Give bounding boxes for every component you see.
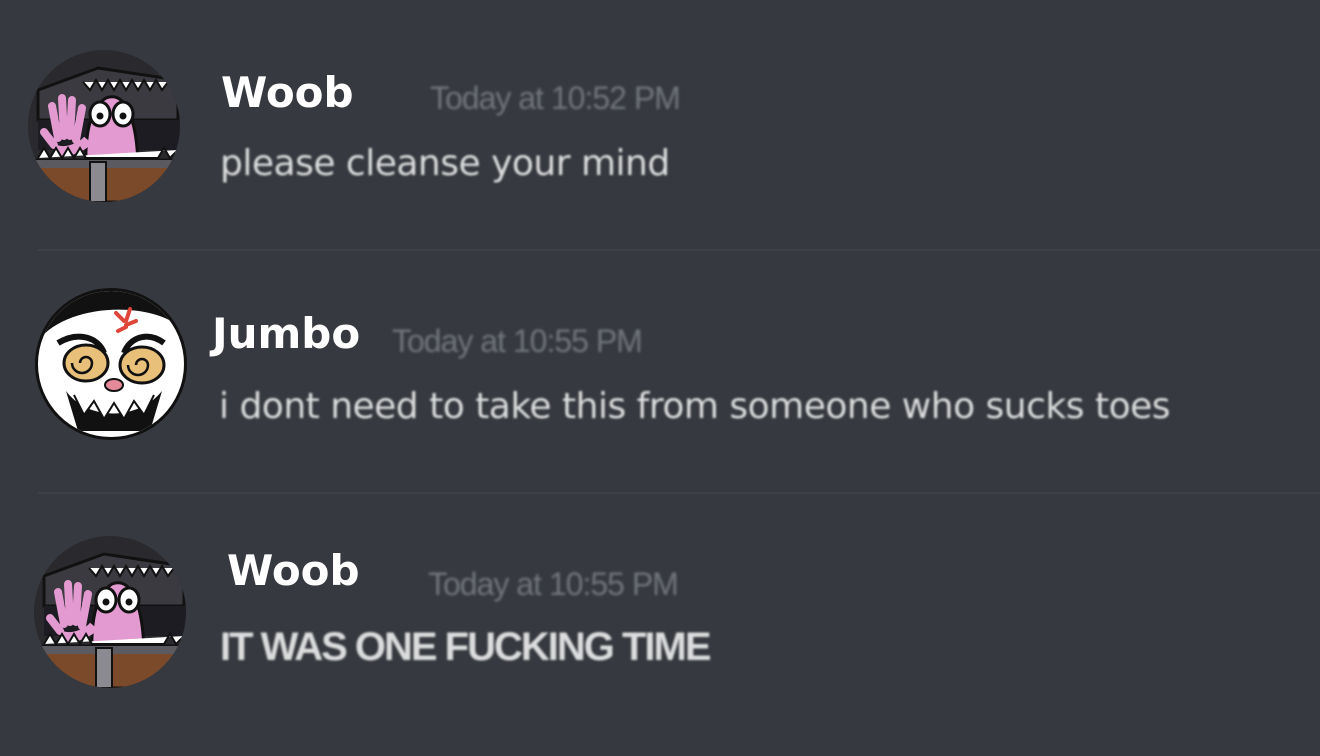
message-group: Woob Today at 10:55 PM IT WAS ONE FUCKIN… [0, 494, 1320, 756]
chat-log: Woob Today at 10:52 PM please cleanse yo… [0, 0, 1320, 756]
message-timestamp: Today at 10:52 PM [430, 80, 681, 116]
angry-face-avatar-icon [38, 291, 184, 437]
message-text: i dont need to take this from someone wh… [219, 386, 1171, 427]
message-group: Woob Today at 10:52 PM please cleanse yo… [0, 0, 1320, 250]
message-group: Jumbo Today at 10:55 PM i dont need to t… [0, 251, 1320, 492]
message-author[interactable]: Jumbo [212, 313, 360, 355]
message-timestamp: Today at 10:55 PM [428, 566, 679, 602]
message-author[interactable]: Woob [227, 550, 360, 592]
avatar[interactable] [28, 50, 180, 202]
message-text: please cleanse your mind [220, 143, 670, 184]
message-timestamp: Today at 10:55 PM [392, 323, 643, 359]
message-author[interactable]: Woob [221, 72, 354, 114]
avatar[interactable] [35, 288, 187, 440]
message-text: IT WAS ONE FUCKING TIME [220, 625, 712, 669]
mimic-chest-avatar-icon [28, 50, 180, 202]
avatar[interactable] [34, 536, 186, 688]
mimic-chest-avatar-icon [34, 536, 186, 688]
